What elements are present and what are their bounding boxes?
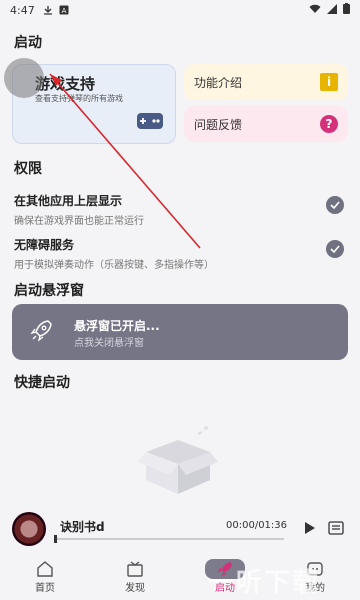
svg-text:A: A <box>61 7 66 15</box>
game-support-subtitle: 查看支持弹琴的所有游戏 <box>35 94 123 103</box>
feedback-card[interactable]: 问题反馈 ? <box>184 106 348 142</box>
status-time: 4:47 <box>10 3 35 17</box>
nav-discover-label: 发现 <box>125 582 145 594</box>
help-icon: ? <box>320 115 338 133</box>
feedback-label: 问题反馈 <box>194 117 243 132</box>
permission-accessibility[interactable]: 无障碍服务 用于模拟弹奏动作（乐器按键、多指操作等） <box>14 236 344 271</box>
playlist-icon[interactable] <box>328 520 344 539</box>
nav-discover[interactable]: 发现 <box>90 552 180 600</box>
download-icon <box>43 5 53 15</box>
floating-window-subtitle: 点我关闭悬浮窗 <box>74 338 144 349</box>
feature-intro-card[interactable]: 功能介绍 i <box>184 64 348 100</box>
battery-icon <box>343 3 350 17</box>
playback-time: 00:00/01:36 <box>226 520 288 531</box>
empty-box-illustration <box>128 420 228 504</box>
home-icon <box>36 559 54 579</box>
section-title-shortcut: 快捷启动 <box>14 375 70 391</box>
touch-indicator <box>4 58 44 98</box>
progress-bar[interactable] <box>54 535 284 543</box>
feature-intro-label: 功能介绍 <box>194 75 243 90</box>
nav-home[interactable]: 首页 <box>0 552 90 600</box>
discover-icon <box>126 559 144 579</box>
progress-knob[interactable] <box>54 535 57 543</box>
music-player-bar[interactable]: 诀别书d 00:00/01:36 <box>0 508 360 552</box>
floating-window-card[interactable]: 悬浮窗已开启... 点我关闭悬浮窗 <box>12 304 348 360</box>
permission-desc: 确保在游戏界面也能正常运行 <box>14 216 144 227</box>
watermark-logo: 一听下载 <box>208 568 321 598</box>
rocket-icon <box>28 318 54 348</box>
nav-home-label: 首页 <box>35 582 55 594</box>
game-support-title: 游戏支持 <box>35 75 96 93</box>
section-title-permissions: 权限 <box>14 161 42 177</box>
app-notification-icon: A <box>59 5 69 15</box>
permission-overlay[interactable]: 在其他应用上层显示 确保在游戏界面也能正常运行 <box>14 192 344 227</box>
song-title: 诀别书d <box>60 520 105 534</box>
gamepad-icon <box>137 113 163 129</box>
album-cover <box>12 512 46 546</box>
permission-title: 无障碍服务 <box>14 238 75 252</box>
signal-icon <box>327 3 337 17</box>
section-title-launch: 启动 <box>14 35 42 51</box>
wifi-icon <box>309 4 321 17</box>
check-icon <box>326 240 344 258</box>
check-icon <box>326 196 344 214</box>
permission-desc: 用于模拟弹奏动作（乐器按键、多指操作等） <box>14 260 214 271</box>
info-icon: i <box>320 73 338 91</box>
status-bar: 4:47 A <box>0 0 360 20</box>
permission-title: 在其他应用上层显示 <box>14 194 123 208</box>
floating-window-title: 悬浮窗已开启... <box>74 319 160 333</box>
section-title-floating: 启动悬浮窗 <box>14 283 84 299</box>
play-icon[interactable] <box>302 520 316 539</box>
